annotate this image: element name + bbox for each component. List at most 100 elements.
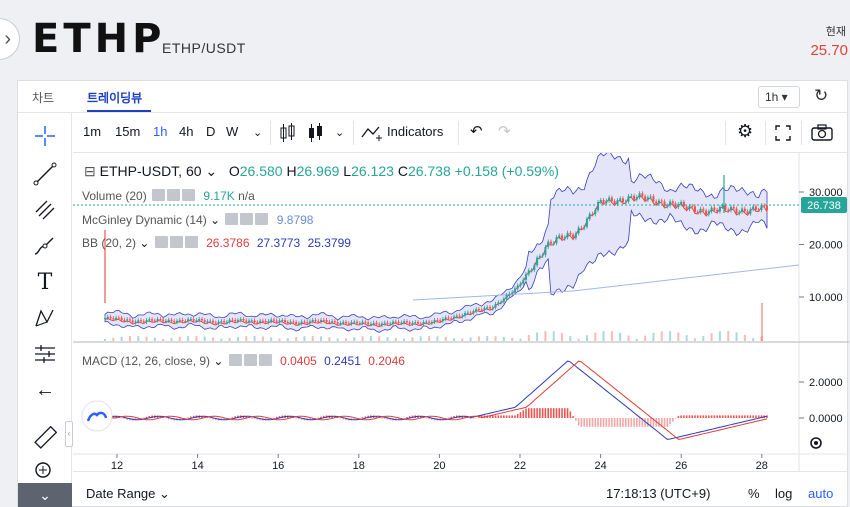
interval-15m[interactable]: 15m	[115, 124, 140, 139]
candle	[209, 320, 212, 322]
settings-gear-icon[interactable]: ⚙	[737, 121, 753, 142]
eye-icon[interactable]	[152, 189, 166, 201]
candle	[212, 320, 215, 323]
date-range-button[interactable]: Date Range ⌄	[86, 486, 170, 502]
close-icon[interactable]	[255, 213, 269, 225]
interval-d[interactable]: D	[206, 124, 215, 139]
interval-4h[interactable]: 4h	[179, 124, 193, 139]
macd-hist-bar	[187, 417, 189, 418]
candle	[361, 321, 364, 324]
crosshair-icon[interactable]	[30, 123, 60, 149]
macd-hist-bar	[630, 418, 633, 427]
candle	[115, 317, 118, 320]
gear-icon[interactable]	[243, 354, 257, 366]
volume-bar	[627, 335, 630, 341]
macd-hist-bar	[710, 415, 713, 418]
candle	[646, 197, 649, 200]
time-axis: 12 14 16 18 20 22 24 26 28	[111, 454, 768, 471]
candle	[181, 319, 184, 322]
refresh-icon[interactable]: ↻	[814, 86, 828, 106]
candle	[242, 318, 245, 321]
candles-icon[interactable]	[279, 123, 295, 143]
time-tick-label: 16	[272, 460, 284, 471]
tab-tradingview[interactable]: 트레이딩뷰	[87, 89, 142, 106]
candle	[513, 288, 516, 293]
candle	[655, 201, 658, 204]
interval-1h[interactable]: 1h	[153, 124, 167, 139]
pattern-icon[interactable]	[30, 305, 60, 331]
macd-hist-bar	[547, 408, 549, 418]
collapse-legend-icon[interactable]: ⊟	[84, 163, 96, 179]
zoom-in-icon[interactable]	[30, 459, 60, 485]
sidebar-resize-handle[interactable]: ‹	[65, 421, 73, 447]
macd-hist-bar	[123, 418, 126, 420]
drawing-toolbar: T ←	[18, 113, 72, 485]
back-button[interactable]: ›	[0, 18, 20, 60]
volume-bar	[585, 335, 588, 341]
bar-style-icon[interactable]	[307, 123, 323, 143]
trend-line-icon[interactable]	[30, 161, 60, 187]
undo-icon[interactable]: ↶	[470, 122, 483, 140]
chevron-down-icon[interactable]: ⌄	[253, 126, 262, 139]
macd-hist-bar	[746, 415, 749, 418]
indicators-button[interactable]: Indicators	[387, 124, 443, 139]
macd-hist-bar	[525, 408, 527, 418]
time-tick-label: 24	[594, 460, 606, 471]
eye-icon[interactable]	[228, 354, 242, 366]
candle	[400, 322, 403, 324]
interval-1m[interactable]: 1m	[83, 124, 101, 139]
candle	[214, 322, 217, 324]
settings-gear-icon[interactable]	[810, 437, 822, 449]
fib-tool-icon[interactable]	[30, 197, 60, 223]
gear-icon[interactable]	[240, 213, 254, 225]
macd-hist-bar	[685, 415, 688, 418]
percent-toggle[interactable]: %	[748, 486, 760, 501]
candle	[702, 208, 705, 211]
chevron-down-icon[interactable]: ⌄	[18, 483, 72, 507]
measure-icon[interactable]	[30, 341, 60, 367]
text-tool-icon[interactable]: T	[30, 269, 60, 295]
camera-icon[interactable]	[811, 124, 833, 141]
macd-label[interactable]: MACD (12, 26, close, 9)	[82, 354, 210, 368]
volume-bar	[635, 338, 638, 341]
macd-hist-bar	[469, 418, 472, 420]
legend-symbol[interactable]: ETHP-USDT, 60	[100, 163, 202, 179]
ruler-icon[interactable]	[30, 425, 60, 451]
eye-icon[interactable]	[154, 236, 168, 248]
candle	[486, 307, 489, 309]
arrow-left-icon[interactable]: ←	[30, 377, 60, 403]
auto-toggle[interactable]: auto	[808, 486, 833, 501]
indicators-icon[interactable]	[361, 125, 385, 141]
volume-label[interactable]: Volume (20)	[82, 189, 147, 203]
chevron-down-icon[interactable]: ⌄	[335, 126, 344, 139]
candle	[649, 196, 652, 198]
tradingview-logo-icon[interactable]	[81, 400, 113, 432]
mcginley-label[interactable]: McGinley Dynamic (14)	[82, 213, 207, 227]
interval-w[interactable]: W	[226, 124, 238, 139]
legend-close-value: 26.738	[407, 163, 451, 179]
brush-icon[interactable]	[30, 233, 60, 259]
close-icon[interactable]	[182, 189, 196, 201]
candle	[173, 320, 176, 323]
gear-icon[interactable]	[169, 236, 183, 248]
candle	[264, 320, 267, 323]
volume-bar	[228, 337, 231, 341]
bb-label[interactable]: BB (20, 2)	[82, 236, 136, 250]
candle	[151, 319, 154, 321]
interval-select[interactable]: 1h ▾	[758, 86, 800, 108]
candle	[358, 323, 361, 325]
redo-icon[interactable]: ↷	[498, 122, 511, 140]
macd-hist-bar	[505, 415, 508, 418]
log-toggle[interactable]: log	[775, 486, 792, 501]
candle	[414, 322, 417, 324]
volume-bar	[220, 338, 223, 341]
candle	[477, 309, 480, 311]
close-icon[interactable]	[184, 236, 198, 248]
fullscreen-icon[interactable]	[775, 125, 791, 141]
eye-icon[interactable]	[225, 213, 239, 225]
candle	[433, 320, 436, 322]
close-icon[interactable]	[258, 354, 272, 366]
macd-hist-bar	[447, 417, 450, 419]
gear-icon[interactable]	[167, 189, 181, 201]
tab-chart[interactable]: 차트	[32, 89, 54, 106]
